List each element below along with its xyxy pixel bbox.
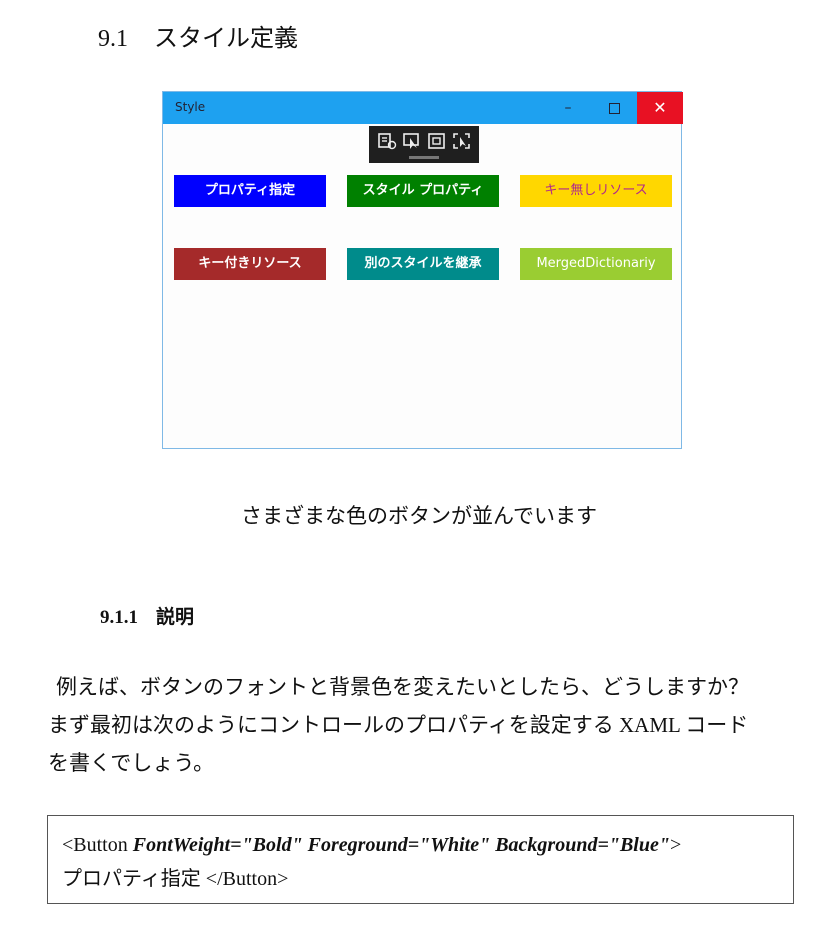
- window-titlebar: Style – ✕: [163, 92, 683, 124]
- demo-button[interactable]: キー無しリソース: [520, 175, 672, 207]
- section-title: スタイル定義: [154, 26, 298, 52]
- display-adorners-icon[interactable]: [427, 132, 447, 150]
- subsection-title: 説明: [156, 607, 195, 628]
- code-attributes: FontWeight="Bold" Foreground="White" Bac…: [132, 834, 670, 856]
- code-close-bracket: >: [669, 834, 682, 856]
- subsection-number: 9.1.1: [100, 607, 138, 628]
- toolbar-grip[interactable]: [409, 156, 439, 159]
- code-block: <Button FontWeight="Bold" Foreground="Wh…: [47, 815, 794, 904]
- demo-button[interactable]: MergedDictionariy: [520, 248, 672, 280]
- close-button[interactable]: ✕: [637, 92, 683, 124]
- maximize-icon: [608, 102, 620, 114]
- select-element-icon[interactable]: [402, 132, 422, 150]
- section-number: 9.1: [98, 26, 128, 52]
- paragraph-line: まず最初は次のようにコントロールのプロパティを設定する XAML コード: [48, 713, 749, 737]
- demo-button[interactable]: 別のスタイルを継承: [347, 248, 499, 280]
- demo-button[interactable]: プロパティ指定: [174, 175, 326, 207]
- debug-toolbar: [369, 126, 479, 163]
- app-window-screenshot: Style – ✕ プロパティ指定 スタイル プロパティ キー無しリソースキー付きリ…: [162, 91, 683, 449]
- demo-button[interactable]: スタイル プロパティ: [347, 175, 499, 207]
- track-focus-icon[interactable]: [452, 132, 472, 150]
- minimize-button[interactable]: –: [545, 92, 591, 124]
- live-tree-icon[interactable]: [377, 132, 397, 150]
- subsection-heading: 9.1.1 説明: [100, 602, 194, 629]
- window-title: Style: [175, 100, 206, 114]
- maximize-button[interactable]: [591, 92, 637, 124]
- paragraph-line: を書くでしょう。: [48, 751, 215, 775]
- section-heading: 9.1 スタイル定義: [98, 18, 298, 53]
- code-line-2: プロパティ指定 </Button>: [62, 868, 289, 890]
- paragraph-line: 例えば、ボタンのフォントと背景色を変えたいとしたら、どうしますか？: [56, 675, 749, 699]
- code-open-tag: <Button: [62, 834, 133, 856]
- demo-button[interactable]: キー付きリソース: [174, 248, 326, 280]
- figure-caption: さまざまな色のボタンが並んでいます: [241, 504, 597, 528]
- code-line-1: <Button FontWeight="Bold" Foreground="Wh…: [62, 828, 793, 862]
